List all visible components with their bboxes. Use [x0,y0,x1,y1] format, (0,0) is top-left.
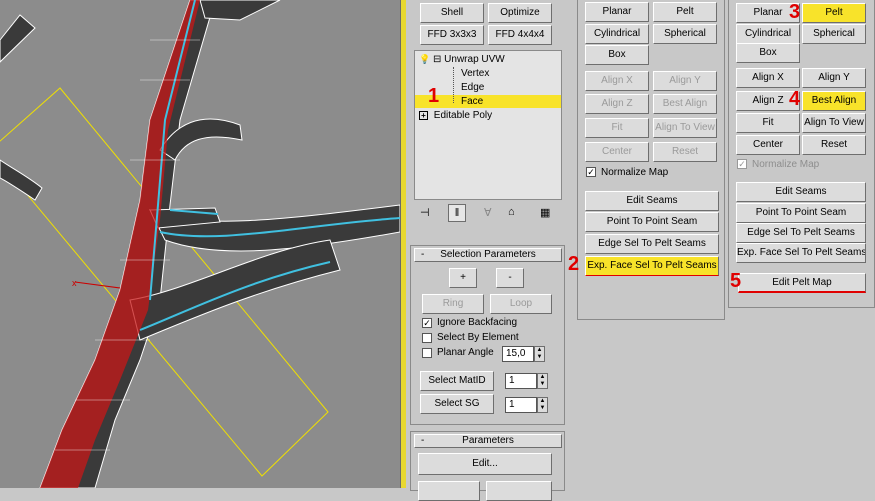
pelt-map-button[interactable]: Pelt [802,3,866,23]
spinner-arrows-icon[interactable]: ▲ ▼ [534,346,545,362]
edge-sel-to-pelt-seams-button[interactable]: Edge Sel To Pelt Seams [585,234,719,254]
step-marker-3: 3 [789,1,801,23]
pin-stack-icon[interactable]: ⊣ [420,206,430,219]
align-y-button[interactable]: Align Y [653,71,717,91]
cylindrical-map-button[interactable]: Cylindrical [585,24,649,44]
select-matid-button[interactable]: Select MatID [420,371,494,391]
shrink-selection-button[interactable]: - [496,268,524,288]
spherical-map-button[interactable]: Spherical [653,24,717,44]
remove-modifier-icon[interactable]: ⌂ [508,206,515,218]
planar-angle-checkbox[interactable] [422,348,432,358]
configure-modifier-sets-icon[interactable]: ▦ [540,206,550,219]
rollout-collapse-icon: - [421,435,425,446]
reset-button[interactable]: Reset [653,142,717,162]
fit-button[interactable]: Fit [585,118,649,138]
partial-button-left[interactable] [418,481,480,501]
select-sg-button[interactable]: Select SG [420,394,494,414]
pelt-map-button[interactable]: Pelt [653,2,717,22]
spinner-value: 15,0 [506,348,526,359]
rollout-title: Parameters [462,435,514,446]
partial-button-right[interactable] [486,481,552,501]
gizmo-axis-label: x [72,278,77,288]
edit-pelt-map-button[interactable]: Edit Pelt Map [738,273,866,293]
modifier-stack[interactable]: 💡 ⊟ Unwrap UVW Vertex Edge Face + Editab… [414,50,562,200]
viewport[interactable]: x [0,0,400,488]
best-align-button[interactable]: Best Align [653,94,717,114]
point-to-point-seam-button[interactable]: Point To Point Seam [585,212,719,232]
edit-uvw-button[interactable]: Edit... [418,453,552,475]
select-by-element-label: Select By Element [437,332,519,343]
stack-toolbar: ⊣ ‖ ∀ ⌂ ▦ [414,204,564,224]
rollout-title: Selection Parameters [440,249,536,260]
best-align-button[interactable]: Best Align [802,91,866,111]
spinner-arrows-icon[interactable]: ▲ ▼ [537,373,548,389]
selection-parameters-header[interactable]: - Selection Parameters [414,248,562,262]
reset-button[interactable]: Reset [802,135,866,155]
align-y-button[interactable]: Align Y [802,68,866,88]
select-by-element-checkbox[interactable] [422,333,432,343]
step-marker-1: 1 [428,85,440,107]
center-button[interactable]: Center [736,135,800,155]
exp-face-sel-to-pelt-seams-button[interactable]: Exp. Face Sel To Pelt Seams [736,243,866,263]
box-map-button[interactable]: Box [736,43,800,63]
box-map-button[interactable]: Box [585,45,649,65]
fit-button[interactable]: Fit [736,113,800,133]
collapse-icon[interactable]: ⊟ [433,54,441,65]
sg-spinner[interactable]: 1 ▲ ▼ [505,397,548,413]
expand-icon[interactable]: + [419,111,428,120]
light-bulb-icon[interactable]: 💡 [419,54,430,64]
stack-item-editable-poly[interactable]: + Editable Poly [419,109,559,122]
align-x-button[interactable]: Align X [736,68,800,88]
spinner-value: 1 [509,375,515,386]
point-to-point-seam-button[interactable]: Point To Point Seam [736,203,866,223]
step-marker-4: 4 [789,88,801,110]
ignore-backfacing-checkbox[interactable]: ✓ [422,318,432,328]
stack-item-label: Editable Poly [433,110,493,121]
align-to-view-button[interactable]: Align To View [653,118,717,138]
ffd-3x3x3-button[interactable]: FFD 3x3x3 [420,25,484,45]
make-unique-icon[interactable]: ∀ [484,206,492,219]
planar-map-button[interactable]: Planar [585,2,649,22]
rollout-collapse-icon: - [421,249,425,260]
edge-sel-to-pelt-seams-button[interactable]: Edge Sel To Pelt Seams [736,223,866,243]
exp-face-sel-to-pelt-seams-button[interactable]: Exp. Face Sel To Pelt Seams [585,256,719,276]
stack-item-edge[interactable]: Edge [461,81,561,94]
normalize-map-label: Normalize Map [752,159,820,170]
stack-item-unwrap-uvw[interactable]: 💡 ⊟ Unwrap UVW [419,53,559,66]
tree-connector [453,67,459,103]
optimize-button[interactable]: Optimize [488,3,552,23]
edit-seams-button[interactable]: Edit Seams [585,191,719,211]
shell-button[interactable]: Shell [420,3,484,23]
ignore-backfacing-label: Ignore Backfacing [437,317,518,328]
planar-angle-label: Planar Angle [437,347,494,358]
step-marker-2: 2 [568,253,580,275]
loop-button[interactable]: Loop [490,294,552,314]
stack-item-label: Unwrap UVW [444,54,505,65]
spinner-value: 1 [509,399,515,410]
ring-button[interactable]: Ring [422,294,484,314]
matid-spinner[interactable]: 1 ▲ ▼ [505,373,548,389]
center-button[interactable]: Center [585,142,649,162]
step-marker-5: 5 [730,270,742,292]
edit-seams-button[interactable]: Edit Seams [736,182,866,202]
align-to-view-button[interactable]: Align To View [802,113,866,133]
ffd-4x4x4-button[interactable]: FFD 4x4x4 [488,25,552,45]
normalize-map-checkbox[interactable]: ✓ [737,159,747,169]
parameters-header[interactable]: - Parameters [414,434,562,448]
align-z-button[interactable]: Align Z [585,94,649,114]
align-x-button[interactable]: Align X [585,71,649,91]
cylindrical-map-button[interactable]: Cylindrical [736,24,800,44]
normalize-map-checkbox[interactable]: ✓ [586,167,596,177]
viewport-scene: x [0,0,400,488]
show-end-result-icon[interactable]: ‖ [448,204,466,222]
normalize-map-label: Normalize Map [601,167,669,178]
planar-angle-spinner[interactable]: 15,0 ▲ ▼ [502,346,545,362]
stack-item-vertex[interactable]: Vertex [461,67,561,80]
spinner-arrows-icon[interactable]: ▲ ▼ [537,397,548,413]
grow-selection-button[interactable]: + [449,268,477,288]
spherical-map-button[interactable]: Spherical [802,24,866,44]
